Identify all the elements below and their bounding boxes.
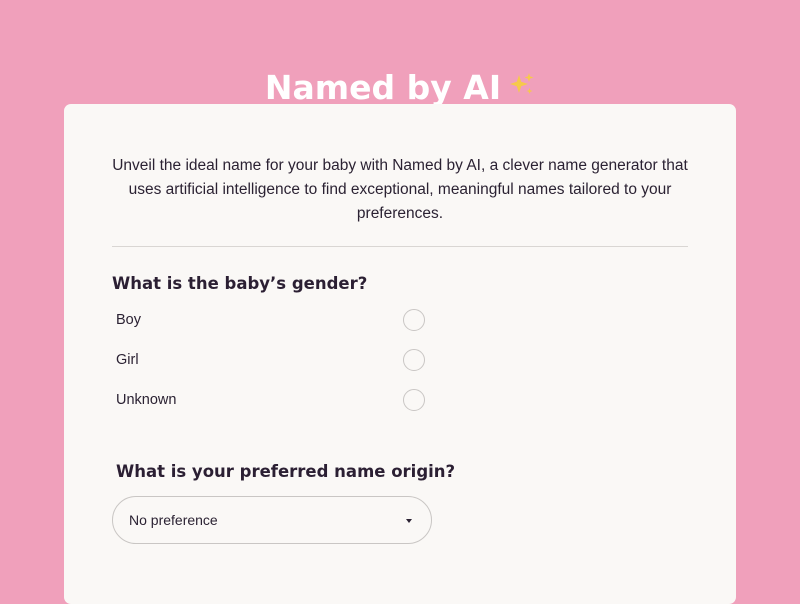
gender-option-label: Unknown (116, 392, 177, 408)
gender-option-girl[interactable]: Girl (112, 347, 432, 375)
gender-question: What is the baby’s gender? (112, 274, 368, 293)
chevron-down-icon (406, 519, 412, 523)
gender-option-boy[interactable]: Boy (112, 307, 432, 335)
app-title-text: Named by AI (264, 68, 502, 108)
gender-radio-girl[interactable] (403, 349, 425, 371)
divider (112, 246, 688, 247)
gender-option-unknown[interactable]: Unknown (112, 387, 432, 415)
form-card: Unveil the ideal name for your baby with… (64, 104, 736, 604)
gender-option-label: Boy (116, 312, 141, 328)
intro-text: Unveil the ideal name for your baby with… (112, 157, 688, 222)
origin-select-value: No preference (129, 512, 218, 528)
gender-radio-boy[interactable] (403, 309, 425, 331)
origin-question: What is your preferred name origin? (116, 462, 456, 481)
gender-radio-unknown[interactable] (403, 389, 425, 411)
origin-select[interactable]: No preference (112, 496, 432, 544)
sparkles-icon (509, 67, 535, 107)
gender-option-label: Girl (116, 352, 139, 368)
